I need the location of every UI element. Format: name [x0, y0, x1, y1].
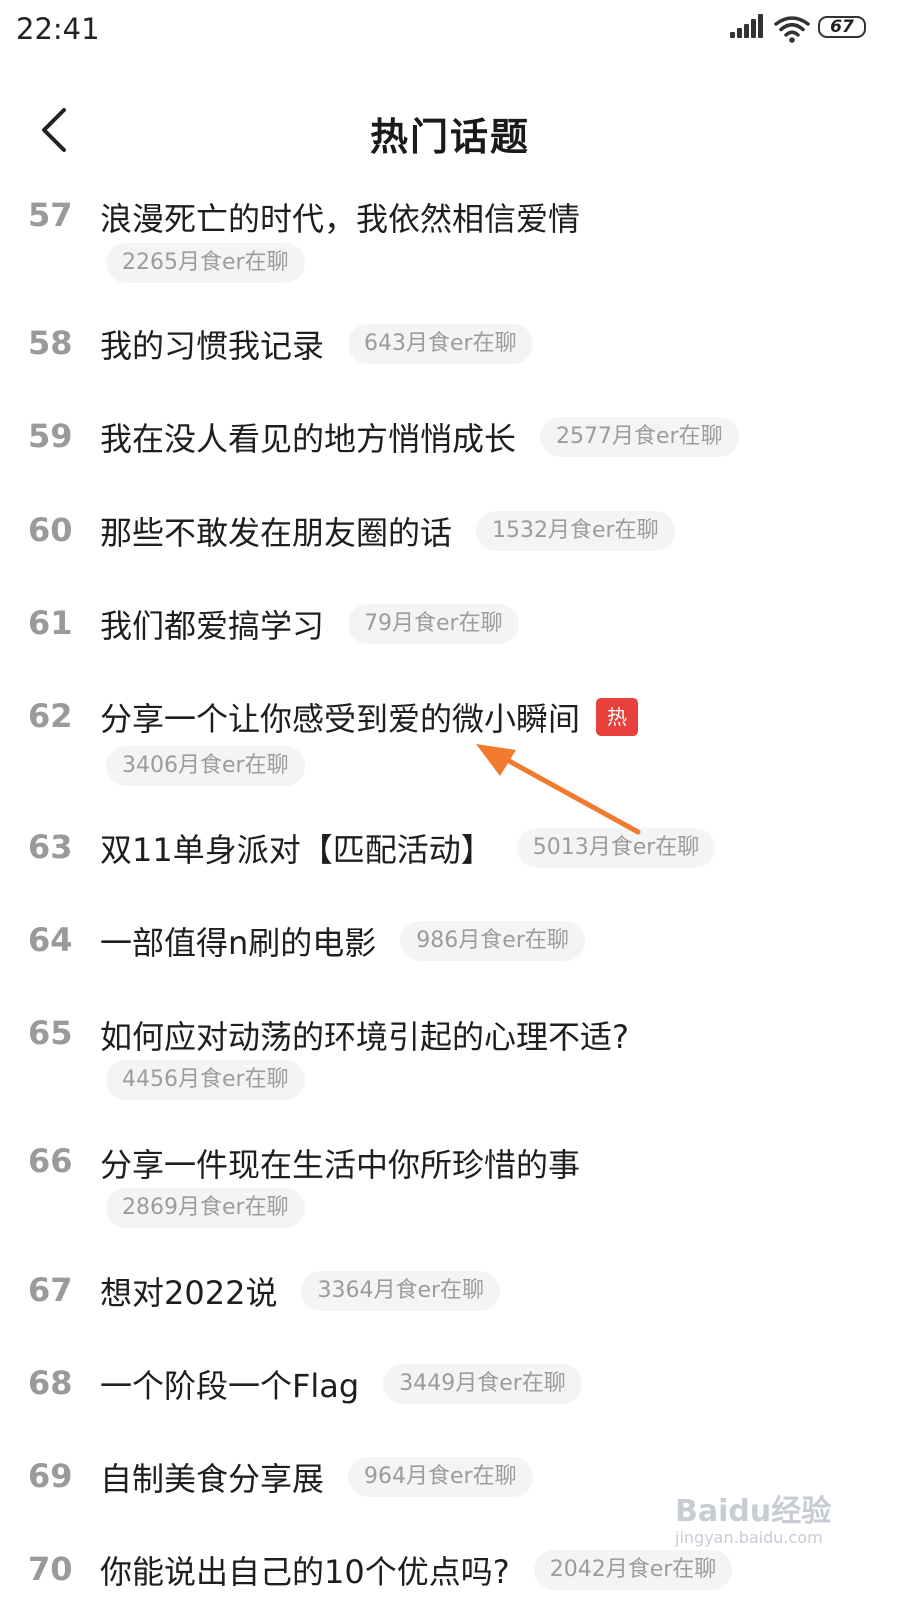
- topic-item-58[interactable]: 58 我的习惯我记录 643月食er在聊: [0, 322, 900, 386]
- topic-title: 浪漫死亡的时代，我依然相信爱情: [100, 200, 581, 238]
- topic-item-63[interactable]: 63 双11单身派对【匹配活动】 5013月食er在聊: [0, 826, 900, 890]
- topic-item-60[interactable]: 60 那些不敢发在朋友圈的话 1532月食er在聊: [0, 509, 900, 573]
- topic-item-64[interactable]: 64 一部值得n刷的电影 986月食er在聊: [0, 919, 900, 983]
- topic-rank: 68: [28, 1364, 73, 1402]
- topic-rank: 67: [28, 1271, 73, 1309]
- hot-badge: 热: [596, 698, 639, 736]
- topic-rank: 70: [28, 1550, 73, 1588]
- topic-rank: 62: [28, 697, 73, 735]
- topic-participant-count: 2265月食er在聊: [106, 243, 305, 283]
- topic-participant-count: 79月食er在聊: [348, 604, 519, 644]
- topic-item-66[interactable]: 66 分享一件现在生活中你所珍惜的事 2869月食er在聊: [0, 1140, 900, 1252]
- topic-title: 一部值得n刷的电影: [100, 924, 377, 962]
- topic-participant-count: 2577月食er在聊: [540, 417, 739, 457]
- topic-participant-count: 986月食er在聊: [400, 921, 585, 961]
- topic-rank: 65: [28, 1014, 73, 1052]
- header: 热门话题: [0, 88, 900, 172]
- topic-participant-count: 3406月食er在聊: [106, 746, 305, 786]
- topic-participant-count: 5013月食er在聊: [516, 828, 716, 868]
- wifi-icon: [774, 14, 810, 44]
- topic-participant-count: 964月食er在聊: [348, 1457, 533, 1497]
- watermark-url: jingyan.baidu.com: [675, 1528, 823, 1547]
- topic-participant-count: 643月食er在聊: [348, 324, 533, 364]
- topic-rank: 66: [28, 1142, 73, 1180]
- topic-item-65[interactable]: 65 如何应对动荡的环境引起的心理不适? 4456月食er在聊: [0, 1012, 900, 1124]
- topic-item-62[interactable]: 62 分享一个让你感受到爱的微小瞬间 热 3406月食er在聊: [0, 695, 900, 807]
- topic-item-61[interactable]: 61 我们都爱搞学习 79月食er在聊: [0, 602, 900, 666]
- page-title: 热门话题: [369, 115, 530, 159]
- topic-participant-count: 4456月食er在聊: [106, 1060, 305, 1100]
- topic-rank: 57: [28, 196, 73, 234]
- topic-rank: 60: [28, 511, 73, 549]
- topic-rank: 69: [28, 1457, 73, 1495]
- topic-title: 想对2022说: [100, 1274, 278, 1312]
- status-time: 22:41: [16, 12, 100, 46]
- topic-participant-count: 3364月食er在聊: [301, 1271, 501, 1311]
- topic-item-59[interactable]: 59 我在没人看见的地方悄悄成长 2577月食er在聊: [0, 415, 900, 479]
- topic-title: 自制美食分享展: [100, 1460, 325, 1498]
- topic-title: 分享一件现在生活中你所珍惜的事: [100, 1146, 581, 1184]
- topic-title: 我的习惯我记录: [100, 327, 325, 365]
- topic-participant-count: 2869月食er在聊: [106, 1188, 305, 1228]
- topic-rank: 61: [28, 604, 73, 642]
- status-bar: 22:41 67: [0, 0, 900, 64]
- topic-item-68[interactable]: 68 一个阶段一个Flag 3449月食er在聊: [0, 1362, 900, 1426]
- topic-title: 双11单身派对【匹配活动】: [100, 831, 493, 869]
- topic-rank: 63: [28, 828, 73, 866]
- topic-title: 我在没人看见的地方悄悄成长: [100, 420, 517, 458]
- topic-participant-count: 1532月食er在聊: [476, 511, 675, 551]
- topic-item-69[interactable]: 69 自制美食分享展 964月食er在聊: [0, 1455, 900, 1519]
- status-icons: 67: [730, 14, 870, 44]
- topic-title: 如何应对动荡的环境引起的心理不适?: [100, 1018, 629, 1056]
- topic-title: 我们都爱搞学习: [100, 607, 325, 645]
- topic-title: 分享一个让你感受到爱的微小瞬间: [100, 700, 581, 738]
- topic-title: 你能说出自己的10个优点吗?: [100, 1553, 510, 1591]
- topic-rank: 64: [28, 921, 73, 959]
- topic-participant-count: 3449月食er在聊: [383, 1364, 582, 1404]
- topic-rank: 59: [28, 417, 73, 455]
- signal-icon: [730, 14, 764, 42]
- topic-participant-count: 2042月食er在聊: [533, 1550, 733, 1590]
- topic-item-67[interactable]: 67 想对2022说 3364月食er在聊: [0, 1269, 900, 1333]
- topic-title: 一个阶段一个Flag: [100, 1367, 360, 1405]
- battery-icon: 67: [818, 16, 866, 38]
- topic-title: 那些不敢发在朋友圈的话: [100, 514, 453, 552]
- topic-rank: 58: [28, 324, 73, 362]
- topic-item-57[interactable]: 57 浪漫死亡的时代，我依然相信爱情 2265月食er在聊: [0, 186, 900, 298]
- topic-item-70[interactable]: 70 你能说出自己的10个优点吗? 2042月食er在聊: [0, 1548, 900, 1612]
